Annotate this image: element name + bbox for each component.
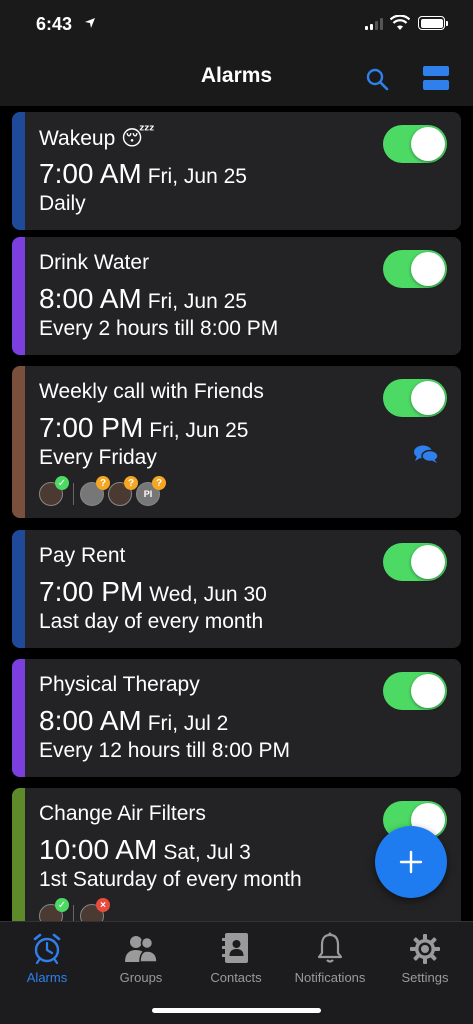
tab-label: Notifications <box>294 970 366 985</box>
alarm-card[interactable]: Wakeup 😴 7:00 AM Fri, Jun 25 Daily <box>12 112 461 230</box>
alarm-toggle[interactable] <box>383 672 447 710</box>
accepted-badge-icon: ✓ <box>55 476 69 490</box>
alarm-date: Sat, Jul 3 <box>163 841 251 864</box>
alarm-toggle[interactable] <box>383 543 447 581</box>
alarm-title: Weekly call with Friends <box>39 380 264 403</box>
alarm-title: Drink Water <box>39 251 150 274</box>
alarm-repeat: Daily <box>39 192 86 215</box>
pending-badge-icon: ? <box>96 476 110 490</box>
participant-avatar[interactable]: × <box>80 898 110 921</box>
alarm-color-bar <box>12 788 25 921</box>
alarm-repeat: Every 2 hours till 8:00 PM <box>39 317 279 340</box>
alarm-color-bar <box>12 237 25 355</box>
status-time: 6:43 <box>36 14 73 34</box>
pending-badge-icon: ? <box>124 476 138 490</box>
alarm-toggle[interactable] <box>383 250 447 288</box>
alarm-time: 7:00 AM <box>39 158 142 189</box>
participant-avatar[interactable]: PI? <box>136 476 166 506</box>
alarm-date: Fri, Jun 25 <box>149 419 249 442</box>
tab-settings[interactable]: Settings <box>378 930 472 985</box>
participant-avatar[interactable]: ? <box>80 476 110 506</box>
alarm-time-row: 7:00 AM Fri, Jun 25 <box>39 158 247 190</box>
layout-toggle-icon[interactable] <box>423 66 449 90</box>
alarm-card[interactable]: Weekly call with Friends 7:00 PM Fri, Jun… <box>12 366 461 518</box>
participant-avatar[interactable]: ✓ <box>39 898 69 921</box>
alarm-repeat: Every 12 hours till 8:00 PM <box>39 739 290 762</box>
tab-contacts[interactable]: Contacts <box>189 930 283 985</box>
alarm-toggle[interactable] <box>383 125 447 163</box>
alarm-card[interactable]: Drink Water 8:00 AM Fri, Jun 25 Every 2 h… <box>12 237 461 355</box>
alarm-title: Pay Rent <box>39 544 126 567</box>
alarm-date: Wed, Jun 30 <box>149 583 267 606</box>
gear-icon <box>410 934 440 964</box>
location-arrow-icon <box>85 18 95 28</box>
alarm-time-row: 8:00 AM Fri, Jul 2 <box>39 705 228 737</box>
participant-initials: PI <box>143 489 153 499</box>
tab-label: Groups <box>119 970 163 985</box>
tab-groups[interactable]: Groups <box>94 930 188 985</box>
alarm-date: Fri, Jun 25 <box>147 165 247 188</box>
contacts-icon <box>222 933 248 963</box>
alarm-list: Wakeup 😴 7:00 AM Fri, Jun 25 Daily Drink … <box>0 106 473 921</box>
home-indicator <box>152 1008 321 1013</box>
alarm-card[interactable]: Pay Rent 7:00 PM Wed, Jun 30 Last day of … <box>12 530 461 648</box>
alarm-repeat: Every Friday <box>39 446 157 469</box>
alarm-title: Physical Therapy <box>39 673 200 696</box>
alarm-card[interactable]: Physical Therapy 8:00 AM Fri, Jul 2 Every… <box>12 659 461 777</box>
alarm-toggle[interactable] <box>383 379 447 417</box>
participant-avatar[interactable]: ? <box>108 476 138 506</box>
alarm-color-bar <box>12 530 25 648</box>
participants-row: ✓ ? ? PI? <box>39 476 166 506</box>
alarm-time: 7:00 PM <box>39 412 144 443</box>
tab-notifications[interactable]: Notifications <box>283 930 377 985</box>
alarm-time-row: 7:00 PM Fri, Jun 25 <box>39 412 249 444</box>
alarm-color-bar <box>12 366 25 518</box>
alarm-time: 8:00 AM <box>39 283 142 314</box>
accepted-badge-icon: ✓ <box>55 898 69 912</box>
plus-icon <box>399 850 423 874</box>
alarm-time: 7:00 PM <box>39 576 144 607</box>
alarm-time: 10:00 AM <box>39 834 158 865</box>
alarm-date: Fri, Jul 2 <box>147 712 229 735</box>
status-bar: 6:43 <box>0 0 473 50</box>
alarm-repeat: 1st Saturday of every month <box>39 868 302 891</box>
alarm-repeat: Last day of every month <box>39 610 264 633</box>
alarm-color-bar <box>12 659 25 777</box>
alarm-color-bar <box>12 112 25 230</box>
alarm-title: Wakeup 😴 <box>39 127 155 150</box>
alarm-clock-icon <box>33 933 61 964</box>
tab-label: Contacts <box>210 970 262 985</box>
navigation-bar: Alarms <box>0 50 473 106</box>
participant-avatar[interactable]: ✓ <box>39 476 69 506</box>
battery-icon <box>418 16 445 30</box>
declined-badge-icon: × <box>96 898 110 912</box>
tab-alarms[interactable]: Alarms <box>0 930 94 985</box>
alarm-time-row: 10:00 AM Sat, Jul 3 <box>39 834 251 866</box>
page-title: Alarms <box>200 64 273 87</box>
search-icon[interactable] <box>365 67 389 91</box>
participants-row: ✓ × <box>39 898 110 921</box>
alarm-time-row: 8:00 AM Fri, Jun 25 <box>39 283 247 315</box>
alarm-time-row: 7:00 PM Wed, Jun 30 <box>39 576 267 608</box>
tab-label: Alarms <box>26 970 68 985</box>
wifi-icon <box>390 15 410 30</box>
bell-icon <box>317 932 343 963</box>
tab-label: Settings <box>401 970 449 985</box>
alarm-time: 8:00 AM <box>39 705 142 736</box>
cellular-signal-icon <box>365 18 383 30</box>
pending-badge-icon: ? <box>152 476 166 490</box>
add-alarm-button[interactable] <box>375 826 447 898</box>
chat-bubbles-icon[interactable] <box>413 444 439 464</box>
alarm-date: Fri, Jun 25 <box>147 290 247 313</box>
groups-icon <box>125 936 158 963</box>
alarm-title: Change Air Filters <box>39 802 206 825</box>
